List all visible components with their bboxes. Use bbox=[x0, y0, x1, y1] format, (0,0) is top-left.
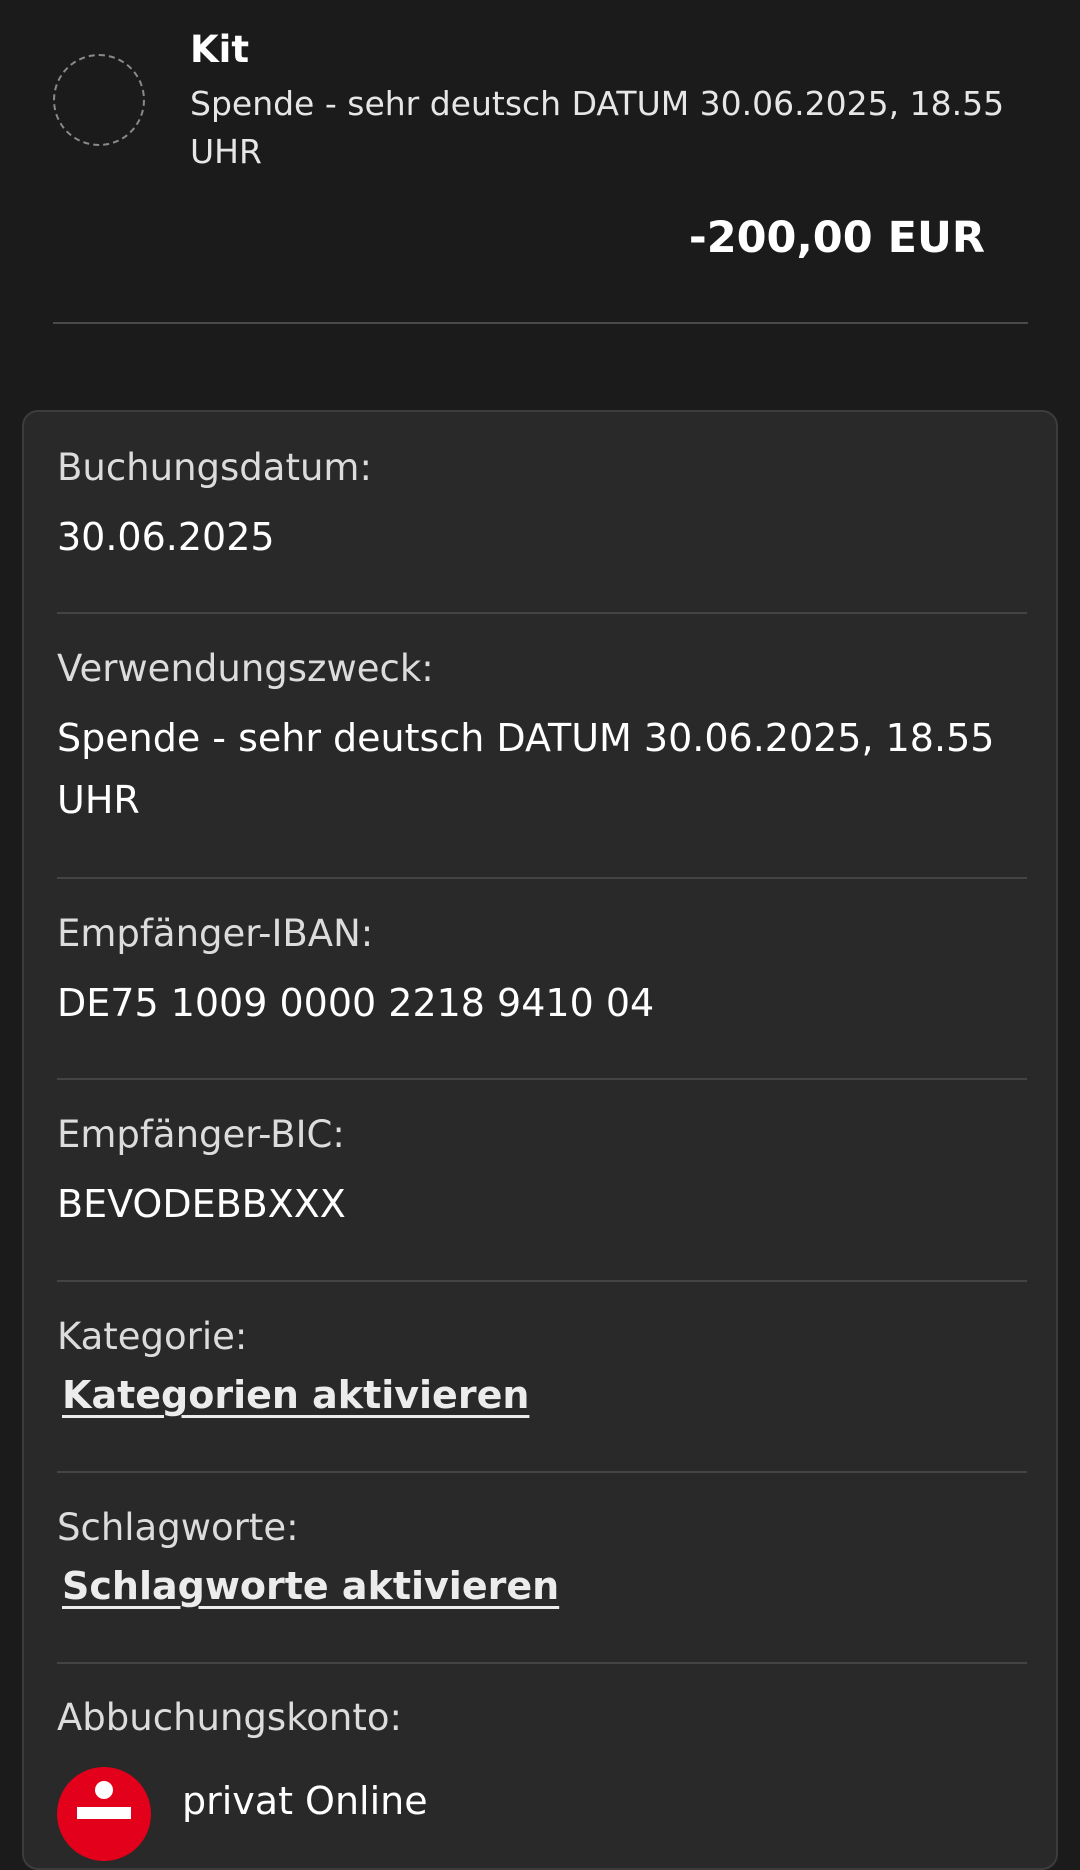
bic-value: BEVODEBBXXX bbox=[57, 1182, 346, 1226]
booking-date-field: Buchungsdatum: 30.06.2025 bbox=[57, 444, 1027, 568]
divider bbox=[57, 1078, 1027, 1080]
debit-account-name: privat Online bbox=[182, 1779, 428, 1823]
activate-categories-link[interactable]: Kategorien aktivieren bbox=[62, 1373, 529, 1417]
bic-label: Empfänger-BIC: bbox=[57, 1113, 345, 1156]
activate-tags-link[interactable]: Schlagworte aktivieren bbox=[62, 1564, 559, 1608]
iban-value: DE75 1009 0000 2218 9410 04 bbox=[57, 981, 655, 1025]
iban-label: Empfänger-IBAN: bbox=[57, 912, 374, 955]
category-field: Kategorie: Kategorien aktivieren bbox=[57, 1313, 1027, 1417]
tags-field: Schlagworte: Schlagworte aktivieren bbox=[57, 1504, 1027, 1608]
divider bbox=[57, 1662, 1027, 1664]
booking-date-value: 30.06.2025 bbox=[57, 515, 275, 559]
debit-account-field: Abbuchungskonto: bbox=[57, 1694, 1027, 1742]
sparkasse-logo-icon bbox=[57, 1767, 151, 1861]
transaction-purpose: Spende - sehr deutsch DATUM 30.06.2025, … bbox=[190, 84, 1005, 171]
transaction-amount: -200,00 EUR bbox=[688, 213, 985, 263]
purpose-label: Verwendungszweck: bbox=[57, 647, 434, 690]
debit-account-label: Abbuchungskonto: bbox=[57, 1696, 402, 1739]
divider bbox=[57, 877, 1027, 879]
divider bbox=[57, 1471, 1027, 1473]
purpose-value: Spende - sehr deutsch DATUM 30.06.2025, … bbox=[57, 716, 995, 822]
payee-name: Kit bbox=[190, 28, 250, 71]
header-divider bbox=[53, 322, 1028, 324]
divider bbox=[57, 1280, 1027, 1282]
category-label: Kategorie: bbox=[57, 1315, 248, 1358]
payee-avatar-placeholder-icon bbox=[53, 54, 145, 146]
purpose-field: Verwendungszweck: Spende - sehr deutsch … bbox=[57, 645, 1027, 831]
divider bbox=[57, 612, 1027, 614]
iban-field: Empfänger-IBAN: DE75 1009 0000 2218 9410… bbox=[57, 910, 1027, 1034]
transaction-details-card: Buchungsdatum: 30.06.2025 Verwendungszwe… bbox=[22, 410, 1058, 1870]
booking-date-label: Buchungsdatum: bbox=[57, 446, 372, 489]
debit-account-row[interactable]: privat Online bbox=[57, 1767, 1027, 1867]
transaction-header: Kit Spende - sehr deutsch DATUM 30.06.20… bbox=[0, 0, 1080, 330]
bic-field: Empfänger-BIC: BEVODEBBXXX bbox=[57, 1111, 1027, 1235]
tags-label: Schlagworte: bbox=[57, 1506, 299, 1549]
